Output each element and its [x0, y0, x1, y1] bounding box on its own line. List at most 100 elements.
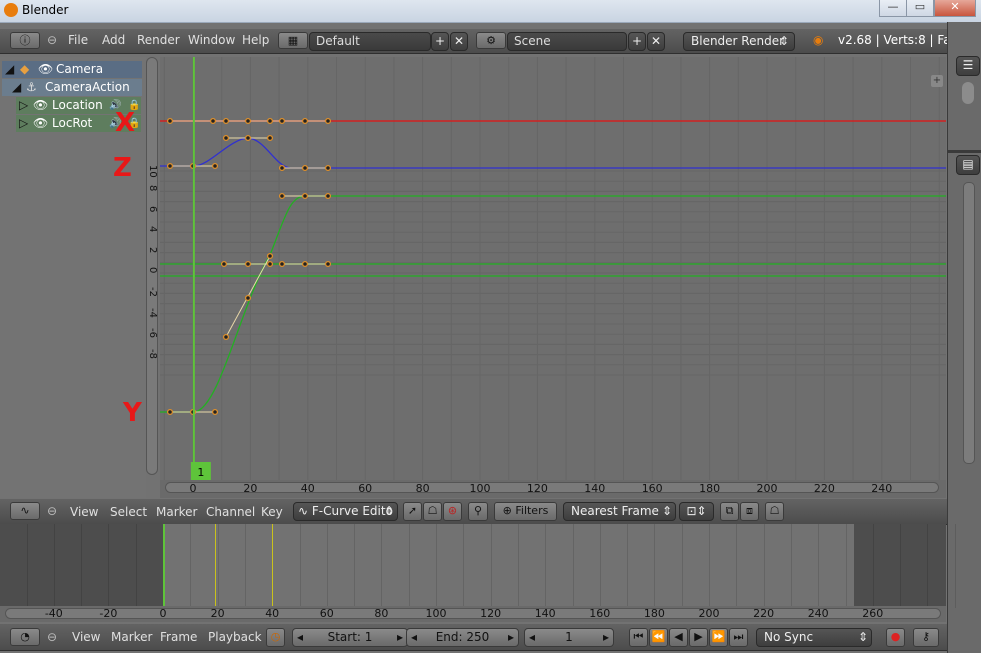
keyframe-point — [220, 260, 228, 268]
keyframe-point — [244, 260, 252, 268]
current-frame-field[interactable]: ◂ 1 ▸ — [524, 628, 614, 647]
visibility-eye-icon[interactable]: 👁 — [33, 97, 48, 114]
editor-type-timeline-button[interactable]: ◔ — [10, 628, 40, 646]
outliner-divider[interactable] — [947, 150, 981, 153]
expand-arrow-icon[interactable]: ◢ — [5, 61, 14, 78]
screen-layout-field[interactable]: Default — [309, 32, 431, 51]
remove-scene-button[interactable]: ✕ — [647, 32, 665, 51]
chevron-down-icon: ⇕ — [778, 34, 789, 48]
menu-help[interactable]: Help — [242, 33, 269, 47]
keying-set-icon[interactable]: ⚷ — [913, 628, 939, 647]
x-axis-tick-labels: 0 20 40 60 80 100 120 140 160 180 200 220 240 — [160, 480, 946, 498]
menu-marker[interactable]: Marker — [156, 505, 197, 519]
arrow-right-icon[interactable]: ▸ — [508, 629, 514, 646]
jump-end-icon[interactable]: ⏭ — [729, 628, 748, 647]
arrow-left-icon[interactable]: ◂ — [529, 629, 535, 646]
expand-arrow-icon[interactable]: ◢ — [12, 79, 21, 96]
show-hidden-ghost-icon[interactable]: ☖ — [423, 502, 442, 521]
keyframe-point — [266, 134, 274, 142]
render-engine-select[interactable]: Blender Render ⇕ — [683, 32, 795, 51]
copy-keyframes-icon[interactable]: ⧉ — [720, 502, 739, 521]
preview-range-icon[interactable]: ◷ — [266, 628, 285, 647]
sync-mode-select[interactable]: No Sync ⇕ — [756, 628, 872, 647]
timeline-keyframe-marker[interactable] — [215, 524, 216, 608]
editor-type-graph-button[interactable]: ∿ — [10, 502, 40, 520]
play-icon[interactable]: ▶ — [689, 628, 708, 647]
filters-button[interactable]: ⊕ Filters — [494, 502, 557, 521]
arrow-right-icon[interactable]: ▸ — [603, 629, 609, 646]
channel-camera-action[interactable]: ◢ ⚓ CameraAction — [2, 79, 142, 96]
timeline-tick-label: -40 — [44, 607, 63, 620]
menu-file[interactable]: File — [68, 33, 88, 47]
timeline-playhead[interactable] — [163, 524, 165, 608]
menu-view[interactable]: View — [70, 505, 98, 519]
keyframe-point — [244, 134, 252, 142]
expand-right-arrow-icon[interactable]: ▷ — [19, 97, 28, 114]
arrow-right-icon[interactable]: ▸ — [397, 629, 403, 646]
paste-keyframes-icon[interactable]: ⧈ — [740, 502, 759, 521]
menu-frame[interactable]: Frame — [160, 630, 197, 644]
timeline-grid-line — [354, 524, 356, 608]
minimize-button[interactable]: — — [879, 0, 907, 17]
search-icon[interactable]: ⚲ — [468, 502, 488, 521]
menu-render[interactable]: Render — [137, 33, 180, 47]
zoom-widget-icon[interactable]: + — [931, 75, 943, 87]
menu-key[interactable]: Key — [261, 505, 283, 519]
fcurve-graph-svg[interactable]: 1 — [160, 57, 946, 480]
menu-select[interactable]: Select — [110, 505, 147, 519]
snap-mode-select[interactable]: Nearest Frame ⇕ — [563, 502, 676, 521]
close-button[interactable]: ✕ — [934, 0, 976, 17]
arrow-left-icon[interactable]: ◂ — [411, 629, 417, 646]
keyframe-point — [266, 260, 274, 268]
start-frame-label: Start: 1 — [327, 630, 373, 644]
menu-channel[interactable]: Channel — [206, 505, 255, 519]
collapse-menu-icon[interactable]: ⊖ — [47, 630, 57, 644]
show-errors-icon[interactable]: ⊛ — [443, 502, 462, 521]
add-scene-button[interactable]: + — [628, 32, 646, 51]
add-screen-button[interactable]: + — [431, 32, 449, 51]
outliner-icon[interactable]: ☰ — [956, 56, 980, 76]
jump-prev-keyframe-icon[interactable]: ⏪ — [649, 628, 668, 647]
visibility-eye-icon[interactable]: 👁 — [38, 61, 53, 78]
timeline-grid-line — [463, 524, 465, 608]
collapse-menu-icon[interactable]: ⊖ — [47, 504, 57, 518]
visibility-eye-icon[interactable]: 👁 — [33, 115, 48, 132]
expand-right-arrow-icon[interactable]: ▷ — [19, 115, 28, 132]
ghost-curves-icon[interactable]: ☖ — [765, 502, 784, 521]
properties-scrollbar[interactable] — [963, 182, 975, 464]
channel-camera[interactable]: ◢ ◆ 👁 Camera — [2, 61, 142, 78]
keyframe-point — [301, 192, 309, 200]
properties-icon[interactable]: ▤ — [956, 155, 980, 175]
menu-view[interactable]: View — [72, 630, 100, 644]
menu-add[interactable]: Add — [102, 33, 125, 47]
scene-field[interactable]: Scene — [507, 32, 627, 51]
remove-screen-button[interactable]: ✕ — [450, 32, 468, 51]
fcurve-graph[interactable]: 1 — [160, 57, 946, 480]
outliner-scrollbar[interactable] — [962, 82, 974, 104]
timeline-area[interactable] — [0, 524, 956, 608]
graph-mode-select[interactable]: ∿ F-Curve Edito ⇕ — [293, 502, 398, 521]
timeline-keyframe-marker[interactable] — [272, 524, 273, 608]
end-frame-field[interactable]: ◂ End: 250 ▸ — [406, 628, 519, 647]
menu-window[interactable]: Window — [188, 33, 235, 47]
start-frame-field[interactable]: ◂ Start: 1 ▸ — [292, 628, 408, 647]
jump-next-keyframe-icon[interactable]: ⏩ — [709, 628, 728, 647]
collapse-menu-icon[interactable]: ⊖ — [47, 33, 57, 47]
menu-marker[interactable]: Marker — [111, 630, 152, 644]
scene-icon[interactable]: ⚙ — [476, 32, 506, 49]
only-selected-icon[interactable]: ➚ — [403, 502, 422, 521]
keyframe-point — [211, 408, 219, 416]
screen-layout-icon[interactable]: ▦ — [278, 32, 308, 49]
pivot-point-select[interactable]: ⊡⇕ — [679, 502, 714, 521]
scene-stats: v2.68 | Verts:8 | Faces:6 | T — [838, 33, 947, 47]
jump-start-icon[interactable]: ⏮ — [629, 628, 648, 647]
timeline-grid-line — [517, 524, 519, 608]
auto-keying-record-icon[interactable]: ● — [886, 628, 905, 647]
menu-playback[interactable]: Playback — [208, 630, 262, 644]
timeline-tick-label: 0 — [159, 607, 167, 620]
editor-type-info-button[interactable]: ⓘ — [10, 32, 40, 49]
play-reverse-icon[interactable]: ◀ — [669, 628, 688, 647]
keyframe-point — [324, 192, 332, 200]
arrow-left-icon[interactable]: ◂ — [297, 629, 303, 646]
maximize-button[interactable]: ▭ — [906, 0, 934, 17]
